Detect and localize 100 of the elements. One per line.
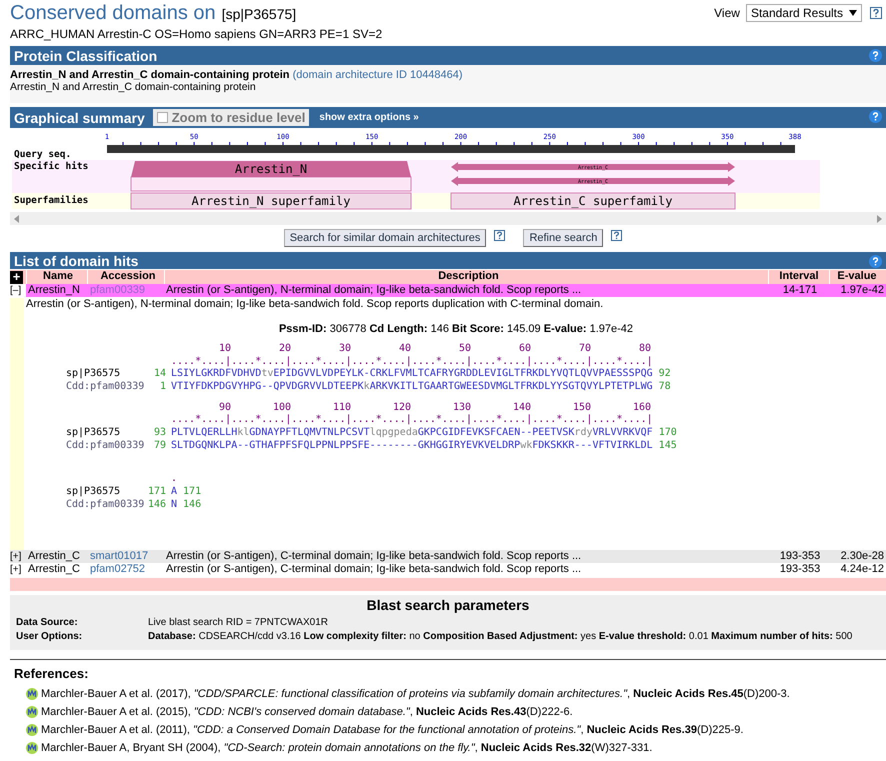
accession-link[interactable]: smart01017 xyxy=(90,550,148,562)
start-position: 1 xyxy=(158,381,166,394)
position-number: 120 xyxy=(392,402,411,414)
start-position: 14 xyxy=(152,368,166,382)
table-cell-text: Arrestin (or S-antigen), C-terminal domain; Ig-like beta-sandwich fold. Scop reports ... xyxy=(165,550,582,563)
alignment-stats: Pssm-ID: 306778 Cd Length: 146 Bit Score: 145.09 E-value: 1.97e-42 xyxy=(278,323,634,335)
help-icon[interactable] xyxy=(870,7,882,19)
reference-citation: Marchler-Bauer A, Bryant SH (2004), "CD-Search: protein domain annotations on the fly.", Nucleic Acids Res.32(W)327-331. xyxy=(41,742,652,754)
alignment-ruler: ....*....|....*....|....*....|....*....|....*....|....*....|....*....|....*....| xyxy=(171,356,653,368)
expand-toggle[interactable]: [+] xyxy=(10,563,22,576)
table-cell-text: Arrestin_C xyxy=(27,563,81,576)
section-title: Protein Classification xyxy=(14,48,158,64)
view-dropdown[interactable]: Standard Results xyxy=(746,4,862,22)
parameter-value: Live blast search RID = 7PNTCWAX01R xyxy=(148,616,328,630)
position-number: 50 xyxy=(458,343,471,356)
help-icon[interactable] xyxy=(611,230,622,241)
view-label: View xyxy=(714,6,740,20)
position-number: 110 xyxy=(332,402,351,414)
position-number: 150 xyxy=(572,402,591,414)
end-position: 145 xyxy=(658,440,677,452)
aligned-sequence: VTIYFDKPDGVYHPG--QPVDGRVVLDTEEPKkARKVKITLTGAARTGWEESDVMGLTFRKDLYYSGTQVYLPTETPLWG xyxy=(171,381,653,394)
extra-options-link[interactable]: show extra options » xyxy=(319,112,419,123)
start-position: 93 xyxy=(152,427,166,440)
query-definition: ARRC_HUMAN Arrestin-C OS=Homo sapiens GN=ARR3 PE=1 SV=2 xyxy=(10,27,382,41)
hit-row[interactable]: [+] Arrestin_C smart01017 Arrestin (or S-antigen), C-terminal domain; Ig-like beta-sandwich fold. Scop reports ... 193-353 2.30e-28 xyxy=(10,550,886,563)
end-position: 92 xyxy=(658,368,671,382)
table-cell-text: Arrestin_C xyxy=(27,550,81,563)
superfamily-bar[interactable]: Arrestin_N superfamily xyxy=(130,192,412,210)
expand-toggle[interactable]: [+] xyxy=(10,550,22,563)
search-button[interactable]: Refine search xyxy=(523,229,604,247)
expand-all-button[interactable]: + xyxy=(10,270,23,284)
section-title: List of domain hits xyxy=(14,252,138,268)
section-title: Graphical summary xyxy=(14,110,145,126)
sequence-label: sp|P36575 xyxy=(66,427,122,440)
help-icon[interactable] xyxy=(869,110,882,123)
sequence-label: Cdd:pfam00339 xyxy=(66,440,146,452)
table-cell-text: 4.24e-12 xyxy=(840,563,885,576)
pubmed-icon[interactable] xyxy=(26,688,38,700)
table-cell-text: Arrestin (or S-antigen), C-terminal domain; Ig-like beta-sandwich fold. Scop reports ... xyxy=(165,563,582,576)
table-cell-text: Arrestin (or S-antigen), N-terminal domain; Ig-like beta-sandwich fold. Scop reports ... xyxy=(165,284,582,297)
sequence-label: sp|P36575 xyxy=(66,486,122,499)
aligned-sequence: A xyxy=(171,486,178,499)
parameter-label: User Options: xyxy=(16,630,84,644)
position-number: 70 xyxy=(578,343,591,356)
pubmed-icon[interactable] xyxy=(26,706,38,718)
reference-citation: Marchler-Bauer A et al. (2015), "CDD: NCBI's conserved domain database.", Nucleic Acids Res.43(D)222-6. xyxy=(41,706,573,718)
sequence-label: Cdd:pfam00339 xyxy=(66,498,146,512)
sequence-label: Cdd:pfam00339 xyxy=(66,381,146,394)
track-label: Superfamilies xyxy=(14,195,88,206)
position-number: 160 xyxy=(632,402,651,414)
parameter-label: Data Source: xyxy=(16,616,79,630)
start-position: 146 xyxy=(148,498,166,512)
query-id: [sp|P36575] xyxy=(222,6,296,22)
checkbox[interactable] xyxy=(156,112,168,123)
start-position: 171 xyxy=(148,486,166,499)
aligned-sequence: N xyxy=(171,498,178,512)
superfamily-bar[interactable]: Arrestin_C superfamily xyxy=(450,192,736,210)
hit-row[interactable]: [–] Arrestin_N pfam00339 Arrestin (or S-antigen), N-terminal domain; Ig-like beta-sandwich fold. Scop reports ... 14-171 1.97e-42 xyxy=(10,284,886,297)
domain-description: Arrestin (or S-antigen), N-terminal domain; Ig-like beta-sandwich fold. Scop reports duplication with C-terminal domain. xyxy=(26,298,604,310)
position-number: 80 xyxy=(638,343,651,356)
table-cell-text: Arrestin_N xyxy=(27,284,81,297)
position-number: 10 xyxy=(218,343,231,356)
aligned-sequence: LSIYLGKRDFVDHVDtvEPIDGVVLVDPEYLK-CRKLFVMLTCAFRYGRDDLEVIGLTFRKDLYVQTLQVVPAESSSPQG xyxy=(171,368,653,381)
aligned-sequence: SLTDGQNKLPA--GTHAFPFSFQLPPNLPPSFE--------GKHGGIRYEVKVELDRPwkFDKSKKR---VFTVIRKLDL xyxy=(171,440,653,452)
pubmed-icon[interactable] xyxy=(26,742,38,754)
panel-title: Blast search parameters xyxy=(366,597,530,613)
table-cell-text: 193-353 xyxy=(778,563,822,576)
track-label: Specific hits xyxy=(14,161,88,172)
references-title: References: xyxy=(14,666,90,681)
track-label: Query seq. xyxy=(14,149,72,160)
position-number: 130 xyxy=(452,402,471,414)
accession-link[interactable]: pfam02752 xyxy=(90,563,146,575)
zoom-checkbox[interactable]: Zoom to residue level xyxy=(152,109,310,126)
end-position: 170 xyxy=(658,427,677,440)
position-number: 90 xyxy=(218,402,231,414)
pubmed-icon[interactable] xyxy=(26,724,38,736)
position-number: 40 xyxy=(398,343,411,356)
end-position: 78 xyxy=(658,381,671,394)
position-number: 100 xyxy=(272,402,291,414)
hit-row[interactable]: [+] Arrestin_C pfam02752 Arrestin (or S-antigen), C-terminal domain; Ig-like beta-sandwich fold. Scop reports ... 193-353 4.24e-12 xyxy=(10,563,886,576)
alignment-ruler: . xyxy=(171,473,178,486)
alignment-ruler: ....*....|....*....|....*....|....*....|....*....|....*....|....*....|....*....| xyxy=(171,414,653,427)
search-button[interactable]: Search for similar domain architectures xyxy=(284,229,486,247)
aligned-sequence: PLTVLQERLLHklGDNAYPFTLQMVTNLPCSVTlqpgpedaGKPCGIDFEVKSFCAEN--PEETVSKrdyVRLVVRKVQF xyxy=(171,427,653,440)
table-cell-text: 193-353 xyxy=(778,550,822,563)
help-icon[interactable] xyxy=(869,49,882,62)
table-cell-text: 1.97e-42 xyxy=(840,284,885,297)
position-number: 30 xyxy=(338,343,351,356)
parameter-value: Database: CDSEARCH/cdd v3.16 Low complexity filter: no Composition Based Adjustment: yes E-value threshold: 0.01 Maximum number of hits: 500 xyxy=(148,630,852,644)
page-title: Conserved domains on xyxy=(10,2,216,25)
end-position: 146 xyxy=(183,498,202,512)
architecture-link[interactable]: (domain architecture ID 10448464) xyxy=(292,69,463,81)
start-position: 79 xyxy=(152,440,166,452)
table-cell-text: 2.30e-28 xyxy=(840,550,885,563)
help-icon[interactable] xyxy=(494,230,506,241)
classification-description: Arrestin_N and Arrestin_C domain-containing protein xyxy=(10,81,257,93)
help-icon[interactable] xyxy=(869,255,882,268)
classification-name: Arrestin_N and Arrestin_C domain-containing protein xyxy=(10,69,290,81)
position-number: 20 xyxy=(278,343,291,356)
sequence-label: sp|P36575 xyxy=(66,368,122,381)
